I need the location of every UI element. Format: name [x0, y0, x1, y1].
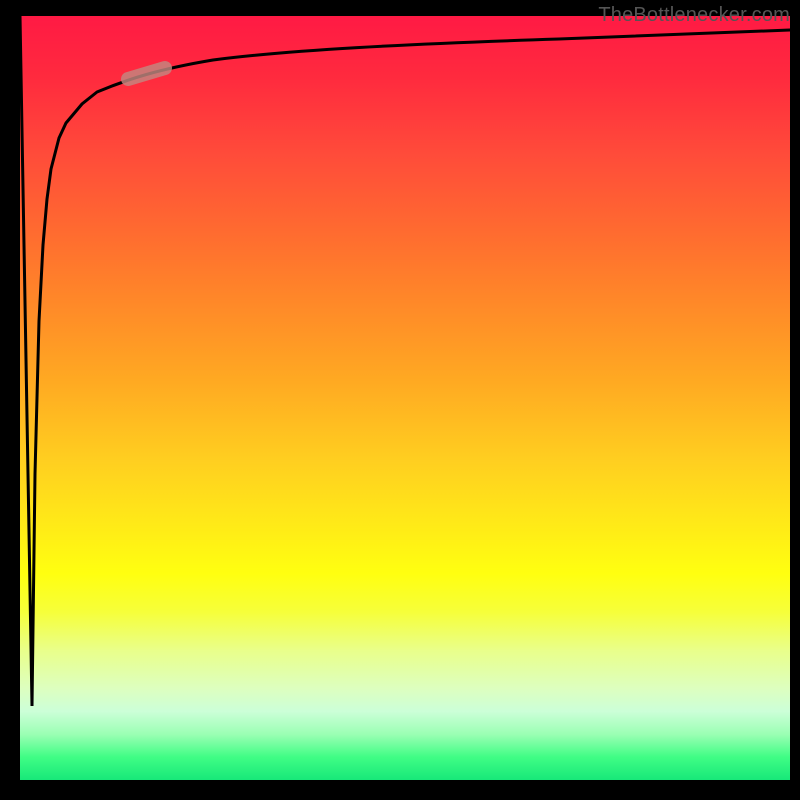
chart-gradient-background: [20, 16, 790, 780]
chart-container: [0, 0, 800, 800]
y-axis-border: [0, 0, 20, 800]
x-axis-border: [0, 780, 800, 800]
watermark-text: TheBottlenecker.com: [598, 4, 790, 27]
